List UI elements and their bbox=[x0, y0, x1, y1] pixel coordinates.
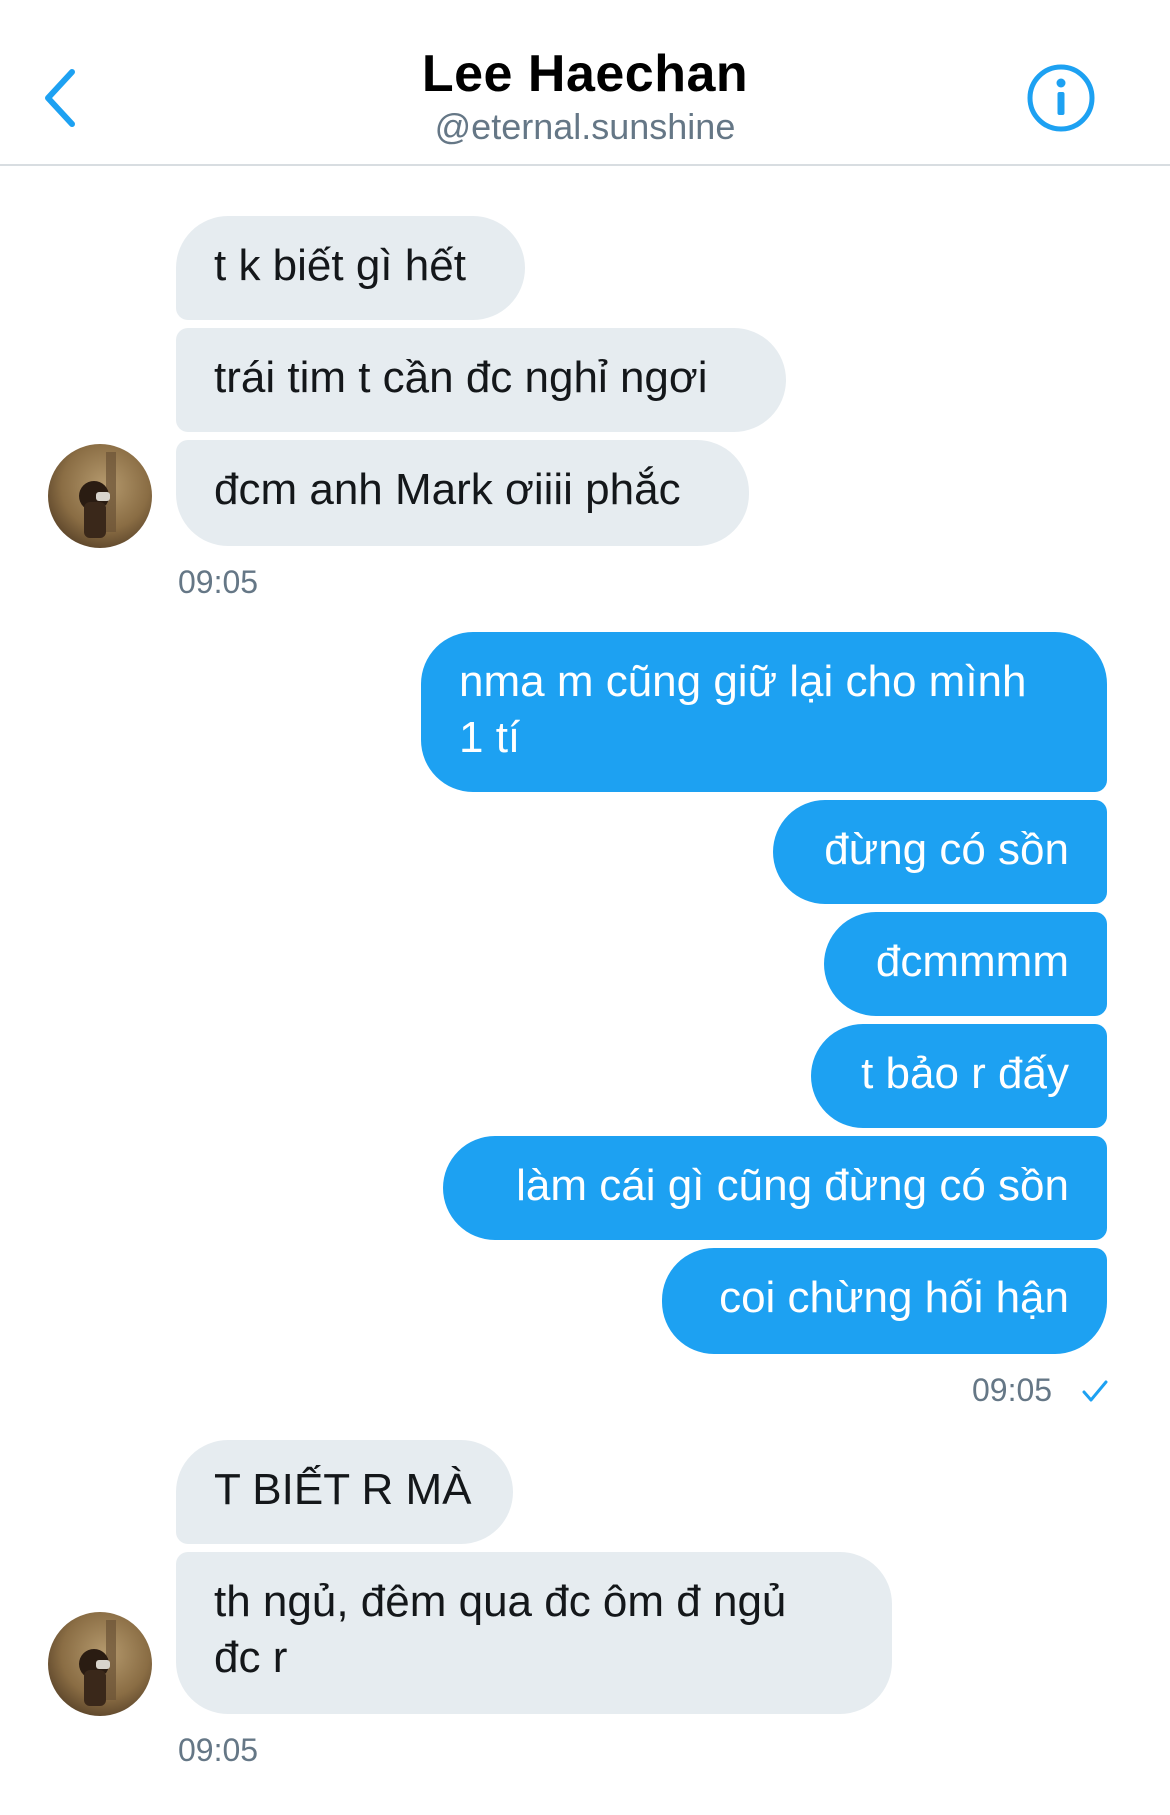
message-text-line: đc r bbox=[214, 1633, 288, 1682]
message-text: trái tim t cần đc nghỉ ngơi bbox=[214, 353, 708, 402]
incoming-message[interactable]: t k biết gì hết bbox=[176, 216, 525, 320]
incoming-message[interactable]: T BIẾT R MÀ bbox=[176, 1440, 513, 1544]
avatar-photo bbox=[48, 1612, 152, 1716]
checkmark-icon bbox=[1082, 1380, 1108, 1402]
info-button[interactable] bbox=[1025, 62, 1097, 134]
conversation-header: Lee Haechan @eternal.sunshine bbox=[0, 0, 1170, 166]
message-text-line: th ngủ, đêm qua đc ôm đ ngủ bbox=[214, 1577, 787, 1626]
message-text: t k biết gì hết bbox=[214, 241, 466, 290]
avatar[interactable] bbox=[48, 1612, 152, 1716]
message-text: T BIẾT R MÀ bbox=[214, 1465, 472, 1514]
message-text: đcmmmm bbox=[875, 937, 1069, 986]
conversation-title[interactable]: Lee Haechan bbox=[0, 44, 1170, 104]
outgoing-message[interactable]: làm cái gì cũng đừng có sồn bbox=[443, 1136, 1107, 1240]
outgoing-message[interactable]: đừng có sồn bbox=[773, 800, 1107, 904]
outgoing-message[interactable]: đcmmmm bbox=[824, 912, 1107, 1016]
message-timestamp: 09:05 bbox=[178, 1732, 259, 1768]
incoming-message[interactable]: th ngủ, đêm qua đc ôm đ ngủ đc r bbox=[176, 1552, 892, 1714]
incoming-message[interactable]: trái tim t cần đc nghỉ ngơi bbox=[176, 328, 786, 432]
avatar-photo bbox=[48, 444, 152, 548]
message-text: đcm anh Mark ơiiii phắc bbox=[214, 465, 681, 514]
info-icon bbox=[1027, 64, 1095, 132]
message-timestamp: 09:05 bbox=[178, 564, 259, 600]
outgoing-message[interactable]: t bảo r đấy bbox=[811, 1024, 1107, 1128]
message-text: t bảo r đấy bbox=[861, 1049, 1069, 1098]
message-timestamp: 09:05 bbox=[972, 1372, 1053, 1408]
outgoing-message[interactable]: coi chừng hối hận bbox=[662, 1248, 1107, 1354]
incoming-message[interactable]: đcm anh Mark ơiiii phắc bbox=[176, 440, 749, 546]
conversation-handle: @eternal.sunshine bbox=[434, 106, 736, 147]
message-text-line: nma m cũng giữ lại cho mình bbox=[459, 657, 1027, 706]
message-text: đừng có sồn bbox=[824, 825, 1069, 874]
avatar[interactable] bbox=[48, 444, 152, 548]
message-text-line: 1 tí bbox=[459, 713, 521, 762]
message-text: coi chừng hối hận bbox=[719, 1273, 1069, 1322]
outgoing-message[interactable]: nma m cũng giữ lại cho mình 1 tí bbox=[421, 632, 1107, 792]
message-text: làm cái gì cũng đừng có sồn bbox=[516, 1161, 1069, 1210]
